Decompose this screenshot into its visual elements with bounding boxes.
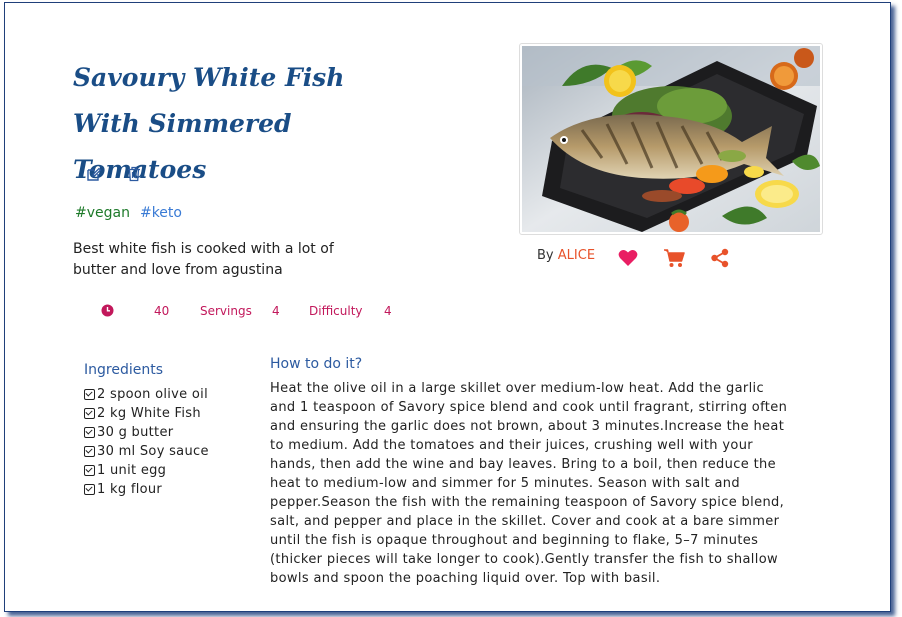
ingredient-item[interactable]: 30 ml Soy sauce bbox=[84, 442, 209, 461]
checkbox-icon bbox=[84, 484, 95, 495]
author-name[interactable]: ALICE bbox=[558, 248, 595, 263]
ingredient-item[interactable]: 1 kg flour bbox=[84, 480, 209, 499]
delete-button[interactable] bbox=[123, 163, 145, 185]
checkbox-icon bbox=[84, 408, 95, 419]
author-byline: By ALICE bbox=[537, 248, 595, 263]
tag-vegan[interactable]: #vegan bbox=[75, 205, 130, 221]
author-prefix: By bbox=[537, 248, 554, 263]
recipe-description: Best white fish is cooked with a lot of … bbox=[73, 241, 334, 278]
checkbox-icon bbox=[84, 465, 95, 476]
ingredients-heading: Ingredients bbox=[84, 362, 163, 378]
heart-icon bbox=[618, 250, 638, 266]
tag-keto[interactable]: #keto bbox=[140, 205, 182, 221]
ingredient-label: 30 g butter bbox=[97, 425, 174, 440]
checkbox-icon bbox=[84, 446, 95, 457]
instructions-heading: How to do it? bbox=[270, 356, 363, 372]
ingredient-label: 2 kg White Fish bbox=[97, 406, 201, 421]
instructions-text: Heat the olive oil in a large skillet ov… bbox=[270, 381, 788, 586]
ingredients-list: 2 spoon olive oil 2 kg White Fish 30 g b… bbox=[84, 385, 209, 499]
social-actions bbox=[617, 247, 731, 269]
recipe-actions bbox=[83, 163, 145, 185]
tag-list: #vegan #keto bbox=[75, 205, 182, 221]
like-button[interactable] bbox=[617, 247, 639, 269]
cart-button[interactable] bbox=[663, 247, 685, 269]
checkbox-icon bbox=[84, 427, 95, 438]
clock-icon bbox=[101, 304, 114, 317]
difficulty-value: 4 bbox=[384, 304, 392, 318]
cart-icon bbox=[664, 249, 685, 267]
servings-value: 4 bbox=[272, 304, 280, 318]
time-value: 40 bbox=[154, 304, 170, 318]
difficulty-label: Difficulty bbox=[309, 304, 363, 318]
edit-icon bbox=[87, 167, 102, 181]
ingredient-item[interactable]: 2 spoon olive oil bbox=[84, 385, 209, 404]
recipe-card: Savoury White Fish With Simmered Tomatoe… bbox=[4, 2, 891, 612]
ingredient-item[interactable]: 1 unit egg bbox=[84, 461, 209, 480]
ingredient-label: 30 ml Soy sauce bbox=[97, 444, 209, 459]
grilled-fish-image bbox=[522, 46, 820, 232]
ingredient-label: 1 kg flour bbox=[97, 482, 163, 497]
ingredient-item[interactable]: 30 g butter bbox=[84, 423, 209, 442]
share-icon bbox=[711, 248, 729, 268]
trash-icon bbox=[128, 166, 140, 182]
ingredient-item[interactable]: 2 kg White Fish bbox=[84, 404, 209, 423]
edit-button[interactable] bbox=[83, 163, 105, 185]
ingredient-label: 2 spoon olive oil bbox=[97, 387, 208, 402]
recipe-photo bbox=[519, 43, 823, 235]
checkbox-icon bbox=[84, 389, 95, 400]
share-button[interactable] bbox=[709, 247, 731, 269]
ingredient-label: 1 unit egg bbox=[97, 463, 167, 478]
servings-label: Servings bbox=[200, 304, 252, 318]
